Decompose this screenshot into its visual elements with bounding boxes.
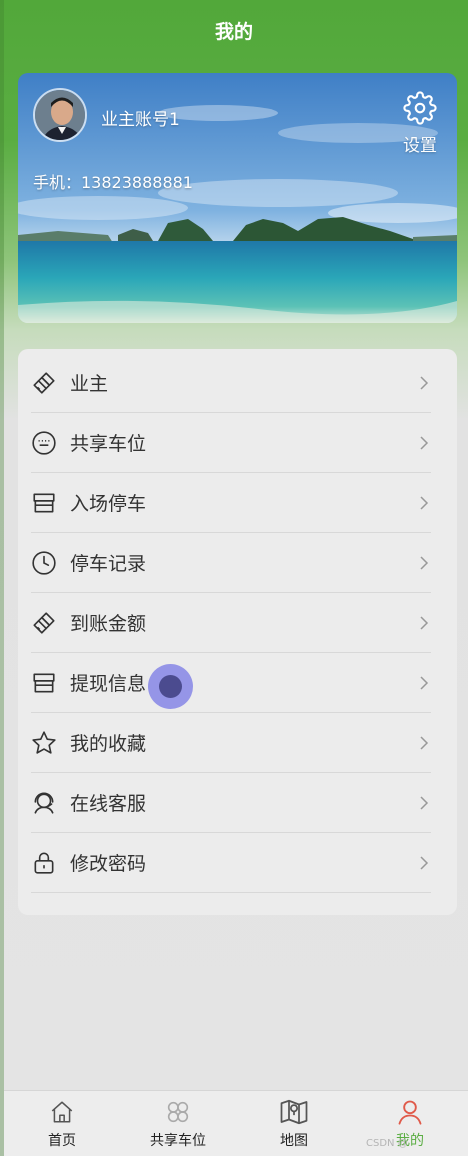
star-icon [31, 730, 57, 756]
settings-label: 设置 [403, 136, 437, 156]
menu-item-label: 到账金额 [70, 613, 147, 635]
menu-item-change-password[interactable]: 修改密码 [31, 833, 431, 893]
chevron-right-icon [420, 856, 429, 870]
store-icon [31, 670, 57, 696]
menu-item-label: 在线客服 [70, 793, 147, 815]
chevron-right-icon [420, 736, 429, 750]
lock-icon [31, 850, 57, 876]
brush-icon [31, 370, 57, 396]
menu-item-withdrawal-info[interactable]: 提现信息 [31, 653, 431, 713]
chevron-right-icon [420, 676, 429, 690]
clock-icon [31, 550, 57, 576]
gear-icon [403, 91, 437, 125]
menu-item-shared-space[interactable]: 共享车位 [31, 413, 431, 473]
chevron-right-icon [420, 496, 429, 510]
tab-label: 地图 [280, 1133, 308, 1149]
store-icon [31, 490, 57, 516]
map-icon [279, 1097, 309, 1127]
tab-map[interactable]: 地图 [236, 1091, 352, 1156]
menu-item-parking-records[interactable]: 停车记录 [31, 533, 431, 593]
menu-item-received-amount[interactable]: 到账金额 [31, 593, 431, 653]
clover-icon [163, 1097, 193, 1127]
profile-card: 业主账号1 设置 手机：13823888881 [18, 73, 457, 323]
chevron-right-icon [420, 436, 429, 450]
menu-item-online-service[interactable]: 在线客服 [31, 773, 431, 833]
menu-card: 业主 共享车位 入场停车 停车记录 到账金额 提现信息 我的收藏 在线客服 修改… [18, 349, 457, 915]
tab-label: 首页 [48, 1133, 76, 1149]
menu-item-owner[interactable]: 业主 [31, 353, 431, 413]
touch-indicator [148, 664, 193, 709]
chevron-right-icon [420, 556, 429, 570]
headset-icon [31, 790, 57, 816]
chevron-right-icon [420, 376, 429, 390]
menu-item-label: 提现信息 [70, 673, 147, 695]
avatar[interactable] [33, 88, 87, 142]
chevron-right-icon [420, 796, 429, 810]
menu-item-label: 修改密码 [70, 853, 147, 875]
frame-edge [0, 0, 4, 1156]
tab-label: 共享车位 [150, 1133, 206, 1149]
home-icon [47, 1097, 77, 1127]
chevron-right-icon [420, 616, 429, 630]
menu-item-label: 入场停车 [70, 493, 147, 515]
tab-shared-space[interactable]: 共享车位 [120, 1091, 236, 1156]
page-title: 我的 [214, 20, 253, 43]
menu-item-label: 共享车位 [70, 433, 147, 455]
menu-item-label: 停车记录 [70, 553, 147, 575]
account-name: 业主账号1 [101, 110, 180, 130]
menu-item-favorites[interactable]: 我的收藏 [31, 713, 431, 773]
menu-item-label: 我的收藏 [70, 733, 147, 755]
menu-item-label: 业主 [70, 373, 109, 395]
keyboard-icon [31, 430, 57, 456]
watermark: CSDN @ [366, 1138, 408, 1149]
phone-number: 手机：13823888881 [33, 173, 193, 192]
menu-item-entry-parking[interactable]: 入场停车 [31, 473, 431, 533]
page-header: 我的 [0, 0, 468, 60]
settings-button[interactable]: 设置 [397, 91, 443, 156]
brush-icon [31, 610, 57, 636]
tab-home[interactable]: 首页 [4, 1091, 120, 1156]
person-icon [395, 1097, 425, 1127]
